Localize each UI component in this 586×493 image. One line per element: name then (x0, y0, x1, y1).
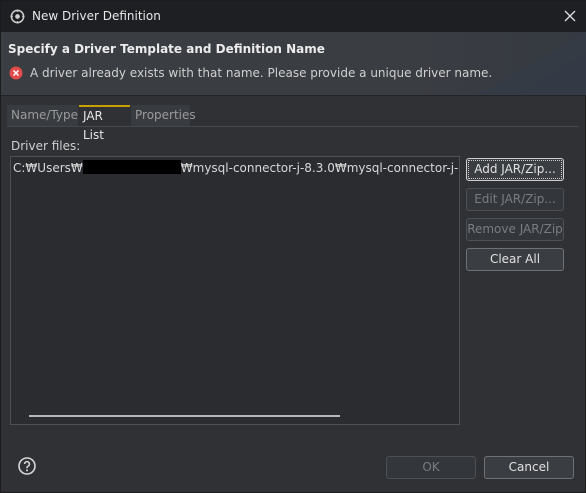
redacted-username (82, 160, 181, 174)
edit-jar-button[interactable]: Edit JAR/Zip... (466, 188, 564, 211)
banner-decoration (477, 32, 586, 95)
tab-name-type[interactable]: Name/Type (7, 105, 78, 126)
ok-button[interactable]: OK (386, 456, 476, 479)
new-driver-definition-dialog: New Driver Definition Specify a Driver T… (0, 0, 586, 493)
error-message: A driver already exists with that name. … (30, 66, 493, 80)
file-path-suffix: ₩mysql-connector-j-8.3.0₩mysql-connector… (180, 161, 459, 175)
list-item[interactable]: C:₩Users₩ ₩mysql-connector-j-8.3.0₩mysql-… (13, 160, 459, 175)
window-title: New Driver Definition (32, 9, 161, 23)
title-bar: New Driver Definition (1, 1, 586, 32)
clear-all-button[interactable]: Clear All (466, 248, 564, 271)
file-path-prefix: C:₩Users₩ (13, 161, 83, 175)
error-icon (9, 66, 23, 80)
driver-files-label: Driver files: (11, 139, 81, 153)
add-jar-button[interactable]: Add JAR/Zip... (466, 158, 564, 181)
banner-divider (1, 95, 586, 96)
horizontal-scrollbar[interactable] (11, 408, 459, 424)
close-icon[interactable] (561, 7, 579, 25)
scrollbar-thumb[interactable] (29, 415, 340, 417)
help-icon[interactable] (18, 457, 36, 475)
remove-jar-button[interactable]: Remove JAR/Zip (466, 218, 564, 241)
tab-jar-list[interactable]: JAR List (79, 105, 130, 142)
tab-divider (7, 126, 579, 127)
cancel-button[interactable]: Cancel (484, 456, 574, 479)
page-heading: Specify a Driver Template and Definition… (8, 42, 325, 56)
app-gear-icon (10, 9, 25, 24)
header-banner: Specify a Driver Template and Definition… (1, 32, 586, 95)
add-jar-label: Add JAR/Zip... (468, 160, 562, 179)
tab-properties[interactable]: Properties (131, 105, 196, 126)
driver-files-list[interactable]: C:₩Users₩ ₩mysql-connector-j-8.3.0₩mysql-… (10, 156, 460, 425)
